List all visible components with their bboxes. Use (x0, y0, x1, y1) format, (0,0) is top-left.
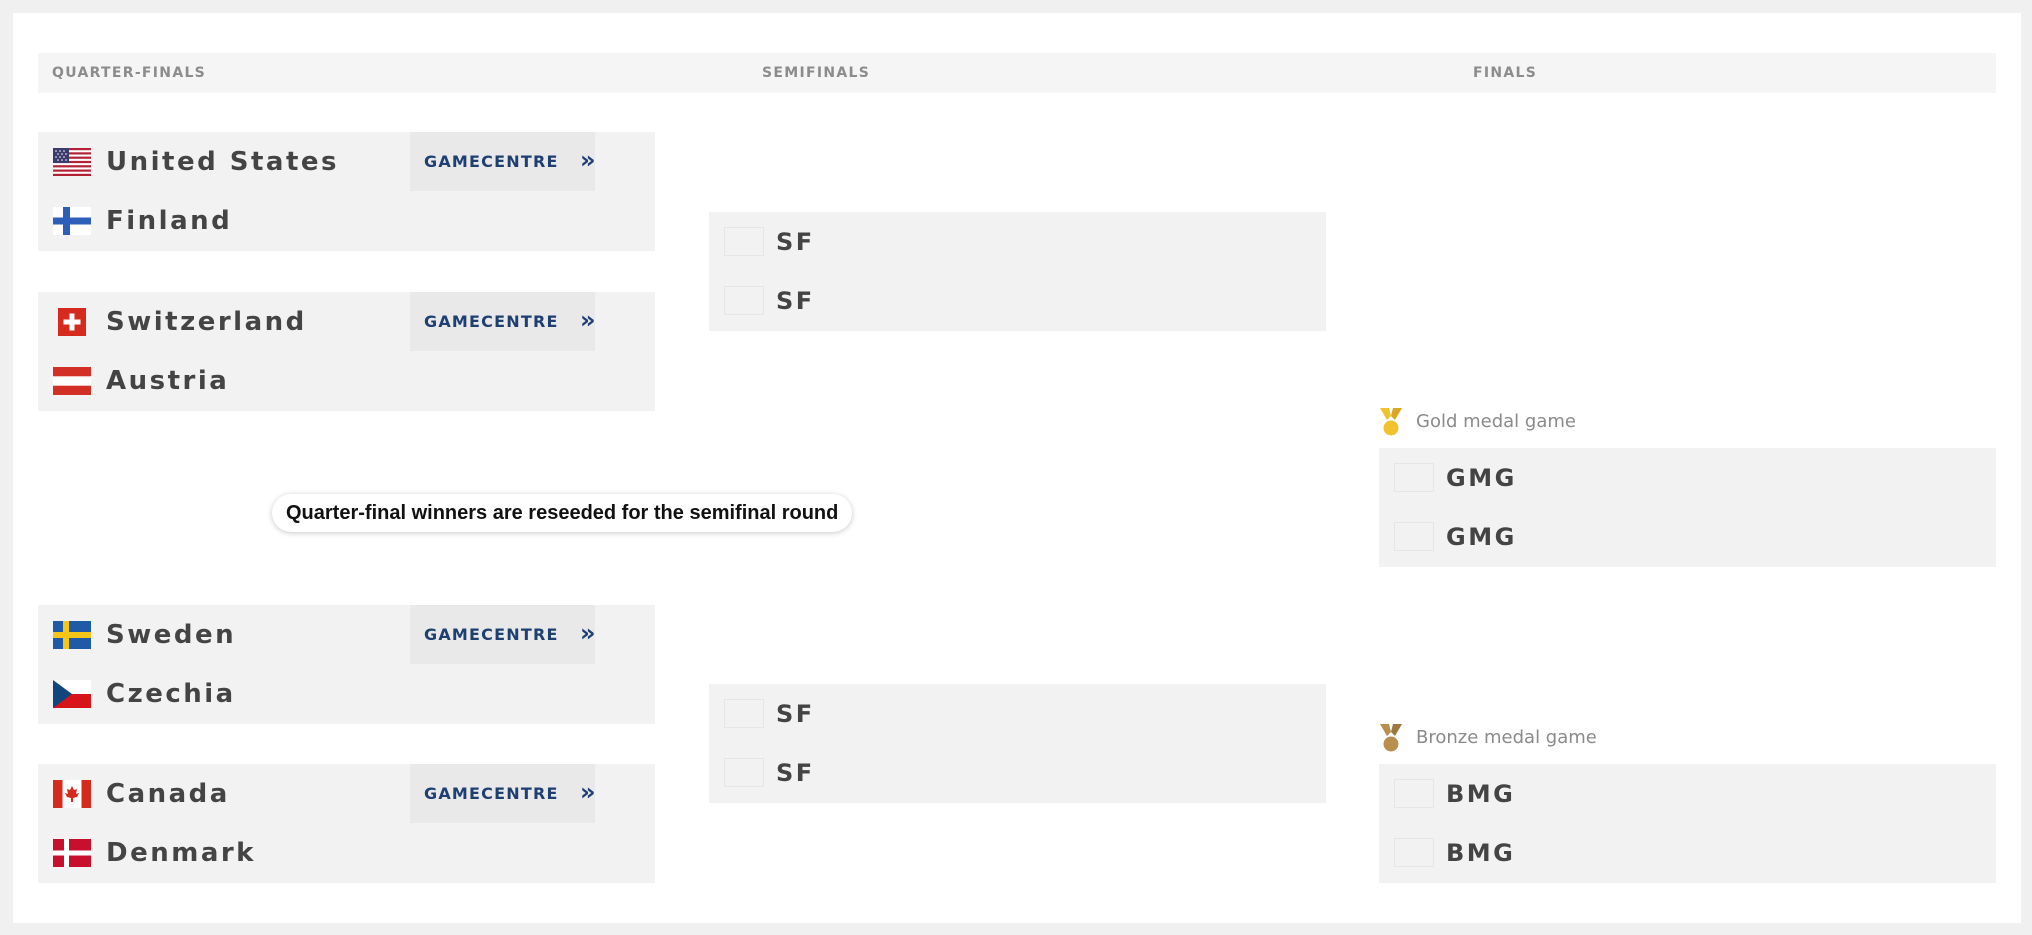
final-slot-row: GMG (1379, 507, 1996, 567)
slot-label: BMG (1446, 839, 1516, 867)
gamecentre-label: GAMECENTRE (424, 784, 559, 803)
flag-czechia-icon (53, 680, 91, 708)
semifinal-slot-row: SF (709, 271, 1326, 331)
slot-label: SF (776, 287, 815, 315)
slot-label: BMG (1446, 780, 1516, 808)
semifinal-slot-row: SF (709, 743, 1326, 803)
slot-label: SF (776, 759, 815, 787)
reseed-note: Quarter-final winners are reseeded for t… (272, 494, 853, 532)
team-placeholder-icon (1394, 522, 1434, 551)
final-slot-row: BMG (1379, 823, 1996, 883)
bronze-medal-game-title: Bronze medal game (1416, 727, 1597, 748)
team-name: Finland (106, 206, 233, 236)
team-name: Austria (106, 366, 230, 396)
gamecentre-button[interactable]: GAMECENTRE » (410, 605, 596, 664)
gamecentre-button[interactable]: GAMECENTRE » (410, 292, 596, 351)
team-row-away: Czechia (38, 664, 655, 724)
flag-usa-icon (53, 148, 91, 176)
round-label-quarterfinals: QUARTER-FINALS (52, 65, 207, 81)
flag-austria-icon (53, 367, 91, 395)
double-chevron-right-icon: » (580, 619, 596, 647)
team-row-away: Austria (38, 351, 655, 411)
semifinal-matchup-1: SF SF (709, 212, 1326, 331)
flag-switzerland-icon (58, 308, 86, 336)
quarterfinal-matchup-4: Canada GAMECENTRE » Denmark (38, 764, 655, 883)
team-placeholder-icon (1394, 463, 1434, 492)
gamecentre-label: GAMECENTRE (424, 625, 559, 644)
slot-label: GMG (1446, 464, 1517, 492)
team-row-home: Sweden GAMECENTRE » (38, 605, 655, 665)
gamecentre-button[interactable]: GAMECENTRE » (410, 132, 596, 191)
bronze-medal-icon (1380, 724, 1402, 752)
team-name: Sweden (106, 620, 237, 650)
team-name: Canada (106, 779, 230, 809)
team-placeholder-icon (724, 699, 764, 728)
round-header-bar: QUARTER-FINALS SEMIFINALS FINALS (38, 53, 1996, 93)
team-name: United States (106, 147, 339, 177)
final-slot-row: GMG (1379, 448, 1996, 508)
gamecentre-label: GAMECENTRE (424, 152, 559, 171)
flag-canada-icon (53, 780, 91, 808)
quarterfinal-matchup-3: Sweden GAMECENTRE » Czechia (38, 605, 655, 724)
round-label-finals: FINALS (1473, 65, 1538, 81)
gamecentre-button[interactable]: GAMECENTRE » (410, 764, 596, 823)
quarterfinal-matchup-1: United States GAMECENTRE » Finland (38, 132, 655, 251)
team-row-away: Denmark (38, 823, 655, 883)
semifinal-slot-row: SF (709, 684, 1326, 744)
team-placeholder-icon (724, 286, 764, 315)
double-chevron-right-icon: » (580, 778, 596, 806)
round-label-semifinals: SEMIFINALS (762, 65, 871, 81)
gold-medal-icon (1380, 408, 1402, 436)
team-placeholder-icon (724, 227, 764, 256)
team-name: Switzerland (106, 307, 307, 337)
semifinal-slot-row: SF (709, 212, 1326, 272)
team-row-home: Canada GAMECENTRE » (38, 764, 655, 824)
flag-sweden-icon (53, 621, 91, 649)
semifinal-matchup-2: SF SF (709, 684, 1326, 803)
final-slot-row: BMG (1379, 764, 1996, 824)
team-name: Czechia (106, 679, 236, 709)
team-row-home: United States GAMECENTRE » (38, 132, 655, 192)
double-chevron-right-icon: » (580, 146, 596, 174)
quarterfinal-matchup-2: Switzerland GAMECENTRE » Austria (38, 292, 655, 411)
gamecentre-label: GAMECENTRE (424, 312, 559, 331)
gold-medal-game-title: Gold medal game (1416, 411, 1576, 432)
bronze-medal-matchup: BMG BMG (1379, 764, 1996, 883)
team-placeholder-icon (724, 758, 764, 787)
flag-finland-icon (53, 207, 91, 235)
team-name: Denmark (106, 838, 256, 868)
team-placeholder-icon (1394, 838, 1434, 867)
double-chevron-right-icon: » (580, 306, 596, 334)
team-row-home: Switzerland GAMECENTRE » (38, 292, 655, 352)
team-row-away: Finland (38, 191, 655, 251)
slot-label: GMG (1446, 523, 1517, 551)
slot-label: SF (776, 700, 815, 728)
gold-medal-matchup: GMG GMG (1379, 448, 1996, 567)
slot-label: SF (776, 228, 815, 256)
flag-denmark-icon (53, 839, 91, 867)
team-placeholder-icon (1394, 779, 1434, 808)
